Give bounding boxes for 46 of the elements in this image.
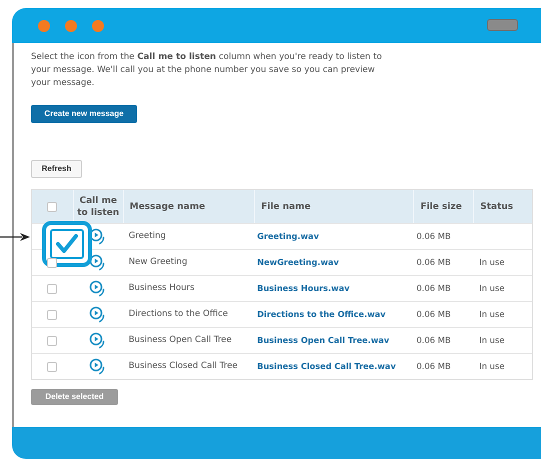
pointer-arrow [0,232,30,242]
checkbox[interactable] [42,220,92,266]
window-control[interactable] [487,19,518,31]
play-phone-icon[interactable] [88,280,107,298]
file-size: 0.06 MB [416,334,451,345]
message-name: Business Open Call Tree [128,335,232,346]
column-header: Status [480,200,514,212]
file-link[interactable]: Business Open Call Tree.wav [257,334,390,345]
status-text: In use [479,308,504,319]
file-link[interactable]: Greeting.wav [257,230,319,241]
file-size: 0.06 MB [416,230,451,241]
status-text: In use [479,282,504,293]
check-icon [55,232,80,254]
create-message-button[interactable]: Create new message [31,105,137,123]
message-name: Business Closed Call Tree [128,361,238,372]
message-name: New Greeting [128,257,188,268]
column-header: Call me to listen [76,194,120,218]
file-link[interactable]: Business Hours.wav [257,282,350,293]
file-size: 0.06 MB [416,282,451,293]
play-phone-icon[interactable] [88,332,107,350]
message-name: Directions to the Office [128,309,228,320]
play-phone-icon[interactable] [88,306,107,324]
file-link[interactable]: Directions to the Office.wav [257,308,386,319]
column-header: File name [261,200,311,212]
checkbox[interactable] [47,284,58,294]
file-link[interactable]: NewGreeting.wav [257,256,339,267]
column-header: Message name [130,200,206,212]
checkbox[interactable] [47,336,58,346]
column-header: File size [420,200,462,212]
status-text: In use [479,334,504,345]
checkbox[interactable] [47,202,58,212]
checkbox[interactable] [47,310,58,320]
checkbox[interactable] [47,362,58,372]
play-phone-icon[interactable] [88,254,107,272]
file-size: 0.06 MB [416,308,451,319]
file-link[interactable]: Business Closed Call Tree.wav [257,360,396,371]
play-phone-icon[interactable] [88,358,107,376]
message-name: Business Hours [128,283,194,294]
message-name: Greeting [128,231,166,242]
refresh-button[interactable]: Refresh [31,160,82,178]
file-size: 0.06 MB [416,360,451,371]
status-text: In use [479,256,504,267]
status-text: In use [479,360,504,371]
checkbox[interactable] [47,258,58,268]
file-size: 0.06 MB [416,256,451,267]
instructions-text: Select the icon from the Call me to listen column when you're ready to listen to your message. We'll call you at the phone number you save so you can preview your message. [31,51,383,90]
